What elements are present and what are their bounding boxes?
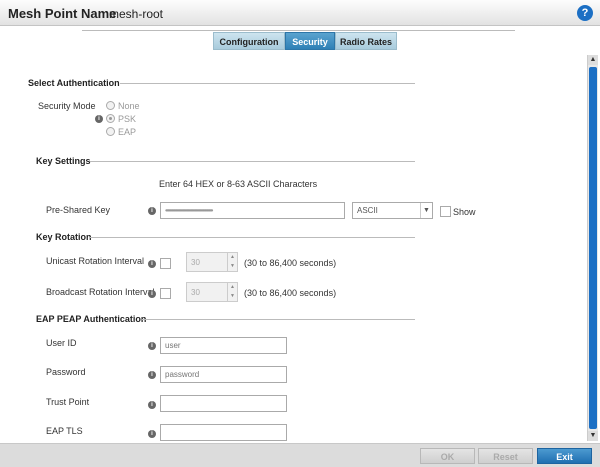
- reset-button[interactable]: Reset: [478, 448, 533, 464]
- tab-security[interactable]: Security: [285, 32, 335, 50]
- broadcast-rotation-range: (30 to 86,400 seconds): [244, 288, 337, 298]
- info-icon[interactable]: i: [148, 207, 156, 215]
- psk-label: Pre-Shared Key: [46, 205, 111, 215]
- spinner-up-icon[interactable]: ▲: [228, 253, 237, 262]
- mesh-point-name: mesh-root: [109, 7, 164, 21]
- scroll-up-icon[interactable]: ▲: [588, 55, 598, 65]
- section-title-key-settings: Key Settings: [36, 156, 91, 166]
- user-id-label: User ID: [46, 338, 77, 348]
- radio-none[interactable]: [106, 101, 115, 110]
- scroll-thumb[interactable]: [589, 67, 597, 429]
- broadcast-rotation-value: 30: [191, 288, 200, 297]
- tab-radio-rates[interactable]: Radio Rates: [335, 32, 397, 50]
- info-icon[interactable]: i: [148, 371, 156, 379]
- info-icon[interactable]: i: [148, 342, 156, 350]
- title-label: Mesh Point Name: [8, 6, 117, 21]
- chevron-down-icon[interactable]: ▼: [420, 203, 432, 218]
- broadcast-rotation-spinner[interactable]: 30 ▲ ▼: [186, 282, 238, 302]
- unicast-rotation-checkbox[interactable]: [160, 258, 171, 269]
- security-mode-label: Security Mode: [38, 101, 96, 111]
- radio-none-label: None: [118, 101, 140, 111]
- scroll-down-icon[interactable]: ▼: [588, 431, 598, 441]
- section-title-authentication: Select Authentication: [28, 78, 120, 88]
- section-divider: [90, 161, 415, 162]
- radio-eap[interactable]: [106, 127, 115, 136]
- spinner-buttons: ▲ ▼: [227, 283, 237, 301]
- unicast-rotation-value: 30: [191, 258, 200, 267]
- unicast-rotation-label: Unicast Rotation Interval: [46, 256, 145, 266]
- spinner-up-icon[interactable]: ▲: [228, 283, 237, 292]
- password-label: Password: [46, 367, 86, 377]
- section-title-key-rotation: Key Rotation: [36, 232, 92, 242]
- psk-input[interactable]: ••••••••••••••••••••••••••••••••••••••••…: [160, 202, 345, 219]
- section-divider: [90, 237, 415, 238]
- vertical-scrollbar[interactable]: ▲ ▼: [587, 55, 598, 441]
- help-icon[interactable]: ?: [577, 5, 593, 21]
- info-icon[interactable]: i: [148, 430, 156, 438]
- tabs-divider: [82, 30, 515, 31]
- radio-eap-label: EAP: [118, 127, 137, 137]
- user-id-input[interactable]: [160, 337, 287, 354]
- spinner-down-icon[interactable]: ▼: [228, 292, 237, 301]
- tab-configuration[interactable]: Configuration: [213, 32, 285, 50]
- section-title-eap-peap: EAP PEAP Authentication: [36, 314, 147, 324]
- info-icon[interactable]: i: [148, 401, 156, 409]
- spinner-buttons: ▲ ▼: [227, 253, 237, 271]
- footer-bar: OK Reset Exit: [0, 443, 600, 467]
- broadcast-rotation-checkbox[interactable]: [160, 288, 171, 299]
- title-bar: Mesh Point Name mesh-root ?: [0, 0, 600, 26]
- ok-button[interactable]: OK: [420, 448, 475, 464]
- psk-format-select[interactable]: ASCII ▼: [352, 202, 433, 219]
- radio-psk-label: PSK: [118, 114, 137, 124]
- trust-point-label: Trust Point: [46, 397, 90, 407]
- info-icon[interactable]: i: [95, 115, 103, 123]
- unicast-rotation-range: (30 to 86,400 seconds): [244, 258, 337, 268]
- psk-format-value: ASCII: [357, 206, 378, 215]
- section-divider: [120, 83, 415, 84]
- password-input[interactable]: [160, 366, 287, 383]
- tab-bar: Configuration Security Radio Rates: [213, 32, 397, 50]
- trust-point-input[interactable]: [160, 395, 287, 412]
- unicast-rotation-spinner[interactable]: 30 ▲ ▼: [186, 252, 238, 272]
- show-psk-checkbox[interactable]: [440, 206, 451, 217]
- info-icon[interactable]: i: [148, 290, 156, 298]
- eap-tls-input[interactable]: [160, 424, 287, 441]
- eap-tls-label: EAP TLS: [46, 426, 83, 436]
- show-psk-label: Show: [453, 207, 476, 217]
- spinner-down-icon[interactable]: ▼: [228, 262, 237, 271]
- exit-button[interactable]: Exit: [537, 448, 592, 464]
- psk-hint: Enter 64 HEX or 8-63 ASCII Characters: [159, 179, 318, 189]
- radio-psk[interactable]: [106, 114, 115, 123]
- section-divider: [142, 319, 415, 320]
- broadcast-rotation-label: Broadcast Rotation Interval: [46, 287, 155, 297]
- info-icon[interactable]: i: [148, 260, 156, 268]
